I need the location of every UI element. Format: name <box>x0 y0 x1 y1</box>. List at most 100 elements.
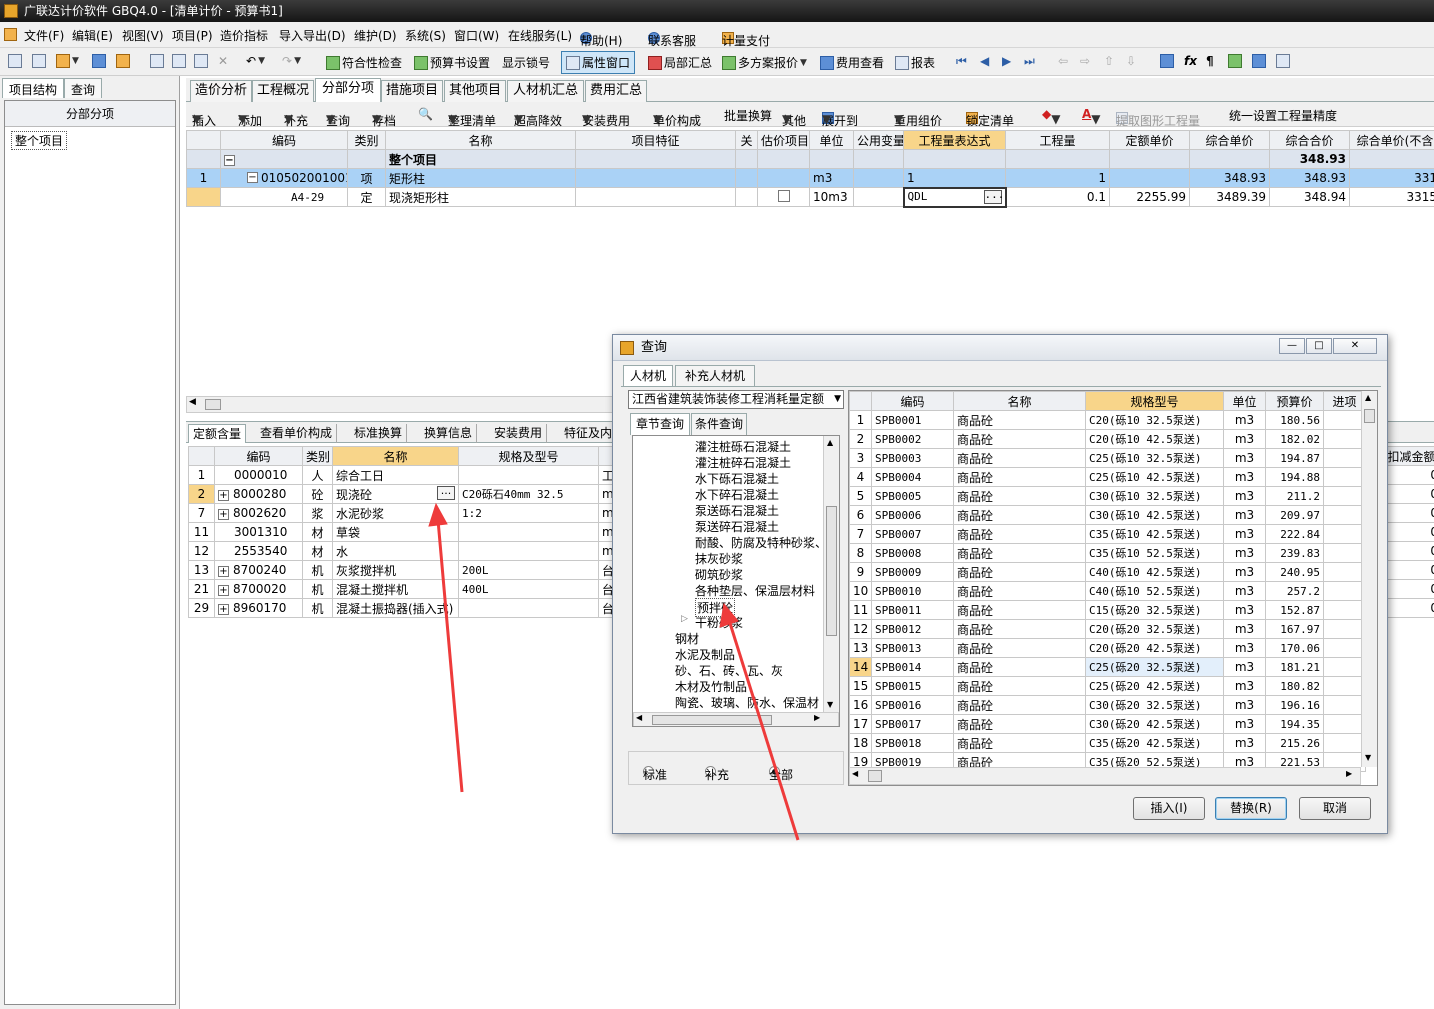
tab-cost-analysis[interactable]: 造价分析 <box>190 80 252 102</box>
expand-icon[interactable]: + <box>218 604 229 615</box>
scroll-down-icon[interactable]: ▼ <box>1365 753 1371 762</box>
table-row[interactable]: 113001310材草袋m2 <box>188 522 649 542</box>
expression-input[interactable]: QDL <box>908 190 928 203</box>
tab-project-structure[interactable]: 项目结构 <box>2 78 65 98</box>
table-row[interactable]: 13 SPB0013 商品砼 C20(砾20 42.5泵送) m3 170.06 <box>849 638 1366 658</box>
multi-quote-button[interactable]: 多方案报价 ▼ <box>722 54 807 71</box>
tab-sub-items[interactable]: 分部分项 <box>315 78 381 103</box>
table-row[interactable]: 18 SPB0018 商品砼 C35(砾20 42.5泵送) m3 215.26 <box>849 733 1366 753</box>
tree-node[interactable]: 泵送砾石混凝土 <box>695 502 779 519</box>
ellipsis-button[interactable]: ... <box>983 190 1004 204</box>
scroll-thumb[interactable] <box>205 399 221 410</box>
header-deduct-amount[interactable]: 扣减金额 <box>1381 446 1434 466</box>
header-unit-price[interactable]: 定额单价 <box>1109 130 1190 150</box>
scroll-left-icon[interactable]: ◀ <box>189 397 196 407</box>
tree-node[interactable]: 抹灰砂浆 <box>695 550 743 567</box>
delete-icon[interactable]: ✕ <box>218 54 228 68</box>
formula-icon[interactable]: fx <box>1184 54 1197 68</box>
header-comp-price[interactable]: 综合单价 <box>1189 130 1270 150</box>
tree-node[interactable]: 泵送碎石混凝土 <box>695 518 779 535</box>
tree-node[interactable]: 砂、石、砖、瓦、灰 <box>675 662 783 679</box>
find-icon[interactable]: 🔍 <box>418 107 433 121</box>
table-row[interactable]: 16 SPB0016 商品砼 C30(砾20 32.5泵送) m3 196.16 <box>849 695 1366 715</box>
tab-install-fee[interactable]: 安装费用 <box>490 424 548 443</box>
tree-node[interactable]: 水下碎石混凝土 <box>695 486 779 503</box>
replace-button[interactable]: 替换(R) <box>1215 797 1287 820</box>
tree-node[interactable]: 耐酸、防腐及特种砂浆、 <box>695 534 827 551</box>
tree-node[interactable]: 水下砾石混凝土 <box>695 470 779 487</box>
expand-icon[interactable]: + <box>218 490 229 501</box>
tree-node[interactable]: 砌筑砂浆 <box>695 566 743 583</box>
cut-icon[interactable] <box>150 54 164 68</box>
tab-standard-convert[interactable]: 标准换算 <box>350 424 408 443</box>
menu-cost-index[interactable]: 造价指标 <box>220 27 268 44</box>
scroll-right-icon[interactable]: ▶ <box>814 713 820 722</box>
tab-measures[interactable]: 措施项目 <box>381 80 443 102</box>
move-down-icon[interactable]: ⇩ <box>1126 54 1136 68</box>
tab-resource-summary[interactable]: 人材机汇总 <box>507 80 584 102</box>
tree-vscroll[interactable]: ▲ ▼ <box>823 436 839 712</box>
header-variable[interactable]: 公用变量 <box>853 130 904 150</box>
move-right-icon[interactable]: ⇨ <box>1080 54 1090 68</box>
precision-button[interactable]: 统一设置工程量精度 <box>1229 107 1337 124</box>
dialog-tab-condition[interactable]: 条件查询 <box>691 413 747 435</box>
table-row[interactable]: 29+8960170机混凝土振捣器(插入式)台班 <box>188 598 649 618</box>
tree-node[interactable]: 木材及竹制品 <box>675 678 747 695</box>
dialog-tab-supplement-resources[interactable]: 补充人材机 <box>675 365 755 387</box>
cancel-button[interactable]: 取消 <box>1299 797 1371 820</box>
insert-dialog-button[interactable]: 插入(I) <box>1133 797 1205 820</box>
image-icon[interactable] <box>1252 54 1266 68</box>
tree-node[interactable]: 灌注桩碎石混凝土 <box>695 454 791 471</box>
table-row[interactable]: 5 SPB0005 商品砼 C30(砾10 32.5泵送) m3 211.2 <box>849 486 1366 506</box>
calculator-icon[interactable] <box>1160 54 1174 68</box>
tab-quota-content[interactable]: 定额含量 <box>188 424 247 443</box>
expand-icon[interactable]: + <box>218 585 229 596</box>
table-row[interactable]: A4-29 定 现浇矩形柱 10m3 QDL... 0.1 2255.99 34… <box>186 186 1434 208</box>
new-icon[interactable] <box>8 54 22 68</box>
last-record-icon[interactable]: ⏭ <box>1024 54 1035 69</box>
resource-hscroll-thumb[interactable] <box>868 770 882 782</box>
budget-setting-button[interactable]: 预算书设置 <box>414 54 490 71</box>
tree-scroll-thumb[interactable] <box>826 506 837 636</box>
table-row[interactable]: 2 SPB0002 商品砼 C20(砾10 42.5泵送) m3 182.02 <box>849 429 1366 449</box>
paragraph-icon[interactable]: ¶ <box>1206 54 1214 68</box>
fee-view-button[interactable]: 费用查看 <box>820 54 884 71</box>
tree-node[interactable]: ▷ 干粉砂浆 <box>681 614 743 631</box>
table-row[interactable]: 6 SPB0006 商品砼 C30(砾10 42.5泵送) m3 209.97 <box>849 505 1366 525</box>
batch-convert-button[interactable]: 批量换算 <box>724 107 772 124</box>
header-key[interactable]: 关 <box>735 130 758 150</box>
table-row[interactable]: 12 SPB0012 商品砼 C20(砾20 32.5泵送) m3 167.97 <box>849 619 1366 639</box>
header-feature[interactable]: 项目特征 <box>575 130 736 150</box>
local-summary-button[interactable]: 局部汇总 <box>648 54 712 71</box>
resource-hscroll[interactable]: ◀ ▶ <box>849 767 1361 785</box>
expand-icon[interactable]: + <box>218 566 229 577</box>
tab-unit-price-composition[interactable]: 查看单价构成 <box>256 424 338 443</box>
menu-system[interactable]: 系统(S) <box>405 27 446 44</box>
group-row[interactable]: − 整个项目 348.93 <box>186 149 1434 169</box>
scroll-down-icon[interactable]: ▼ <box>827 700 833 709</box>
tree-hscroll-thumb[interactable] <box>652 715 772 725</box>
header-expression[interactable]: 工程量表达式 <box>903 130 1006 150</box>
scroll-left-icon[interactable]: ◀ <box>636 713 642 722</box>
tab-convert-info[interactable]: 换算信息 <box>420 424 478 443</box>
table-row[interactable]: 1 −010502001001 项 矩形柱 m3 1 1 348.93 348.… <box>186 168 1434 188</box>
ellipsis-button[interactable]: ... <box>437 485 455 500</box>
table-row[interactable]: 10 SPB0010 商品砼 C40(砾10 52.5泵送) m3 257.2 <box>849 581 1366 601</box>
report-button[interactable]: 报表 <box>895 54 935 71</box>
tree-item-whole-project[interactable]: 整个项目 <box>11 131 68 150</box>
header-comp-price-ex[interactable]: 综合单价(不含 <box>1349 130 1434 150</box>
close-icon[interactable]: ✕ <box>1333 338 1377 354</box>
prev-record-icon[interactable]: ◀ <box>980 54 989 68</box>
tab-overview[interactable]: 工程概况 <box>252 80 314 102</box>
table-row[interactable]: 1 SPB0001 商品砼 C20(砾10 32.5泵送) m3 180.56 <box>849 410 1366 430</box>
tab-feature[interactable]: 特征及内 <box>560 424 616 443</box>
menu-maintain[interactable]: 维护(D) <box>354 27 397 44</box>
check-button[interactable]: 符合性检查 <box>326 54 402 71</box>
property-window-button[interactable]: 属性窗口 <box>561 51 636 74</box>
header-quantity[interactable]: 工程量 <box>1005 130 1110 150</box>
table-row[interactable]: 7 SPB0007 商品砼 C35(砾10 42.5泵送) m3 222.84 <box>849 524 1366 544</box>
table-row[interactable]: 15 SPB0015 商品砼 C25(砾20 42.5泵送) m3 180.82 <box>849 676 1366 696</box>
header-unit[interactable]: 单位 <box>809 130 854 150</box>
tab-query[interactable]: 查询 <box>64 78 103 98</box>
tree-node[interactable]: 各种垫层、保温层材料 <box>695 582 815 599</box>
